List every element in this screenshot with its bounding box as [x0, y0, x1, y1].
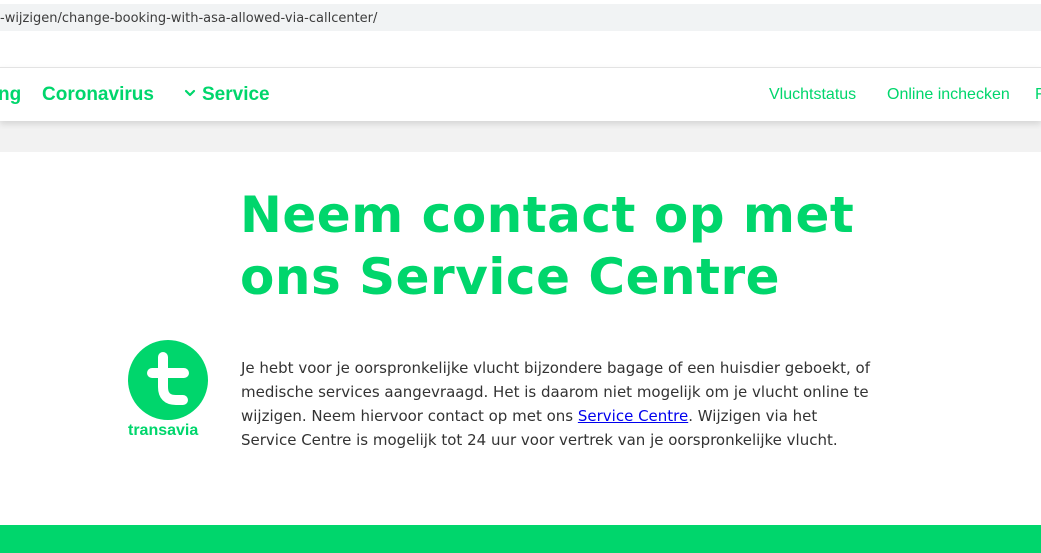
- nav-item-service[interactable]: Service: [184, 68, 270, 121]
- browser-address-area: -wijzigen/change-booking-with-asa-allowe…: [0, 0, 1041, 44]
- nav-item-service-label: Service: [202, 84, 270, 105]
- address-bar[interactable]: -wijzigen/change-booking-with-asa-allowe…: [0, 4, 1041, 31]
- nav-link-flight-status[interactable]: Vluchtstatus: [769, 68, 856, 121]
- transavia-logo-icon: [128, 340, 208, 420]
- browser-spacer: [0, 44, 1041, 68]
- main-navigation: ng Coronavirus Service Vluchtstatus Onli…: [0, 67, 1041, 121]
- chevron-down-icon: [184, 89, 196, 97]
- nav-item-coronavirus[interactable]: Coronavirus: [42, 68, 154, 121]
- logo-wordmark: transavia: [128, 422, 199, 439]
- info-paragraph: Je hebt voor je oorspronkelijke vlucht b…: [241, 356, 871, 452]
- main-content: Neem contact op met ons Service Centre t…: [0, 152, 1041, 525]
- transavia-logo: transavia: [128, 340, 210, 440]
- nav-item-truncated[interactable]: ng: [0, 68, 21, 121]
- address-url-text[interactable]: -wijzigen/change-booking-with-asa-allowe…: [0, 9, 377, 29]
- service-centre-link[interactable]: Service Centre: [578, 407, 688, 425]
- page-title: Neem contact op met ons Service Centre: [240, 186, 855, 306]
- nav-link-online-checkin[interactable]: Online inchecken: [887, 68, 1010, 121]
- header-grey-band: [0, 121, 1041, 152]
- nav-link-truncated-right[interactable]: F: [1035, 68, 1041, 121]
- footer-green-band: [0, 525, 1041, 553]
